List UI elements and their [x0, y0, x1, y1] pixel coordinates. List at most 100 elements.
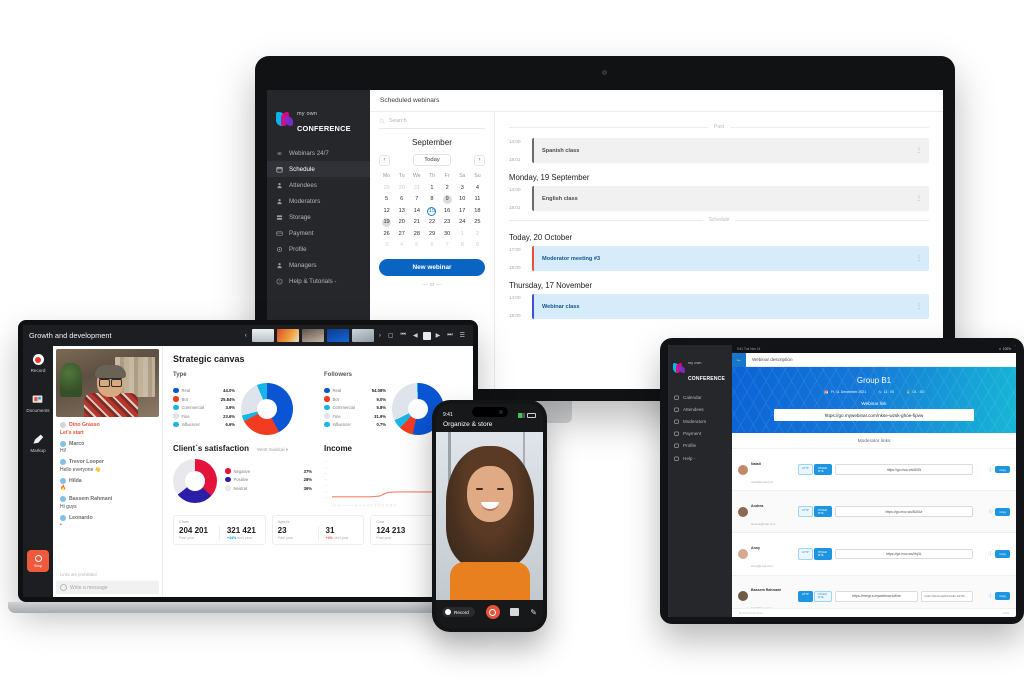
- markup-tool[interactable]: Markup: [30, 433, 46, 453]
- calendar-day[interactable]: 3: [455, 184, 470, 193]
- moderator-link-input[interactable]: https://go.moc.ws/8U0Ur: [835, 506, 973, 518]
- webinar-link-input[interactable]: https://go.mywebinar.com/nkse-wzsk-ghoe-…: [774, 409, 974, 421]
- calendar-next-button[interactable]: ›: [474, 154, 485, 166]
- play-back-button[interactable]: ◀: [411, 332, 420, 339]
- calendar-day[interactable]: 22: [424, 218, 439, 227]
- chat-input[interactable]: Write a message: [56, 581, 159, 594]
- calendar-day[interactable]: 16: [440, 207, 455, 216]
- calendar-day[interactable]: 28: [409, 230, 424, 239]
- calendar-day[interactable]: 6: [424, 241, 439, 250]
- calendar-day[interactable]: 24: [455, 218, 470, 227]
- calendar-day[interactable]: 11: [470, 195, 485, 204]
- emoji-icon[interactable]: [60, 584, 67, 591]
- schedule-event-row[interactable]: 14:00 18:01 Spanish class ⋮: [509, 138, 929, 163]
- calendar-day[interactable]: 8: [455, 241, 470, 250]
- calendar-prev-button[interactable]: ‹: [379, 154, 390, 166]
- event-menu-icon[interactable]: ⋮: [916, 256, 922, 262]
- link-type-toggle[interactable]: HTTP OTHER SITE: [798, 548, 832, 560]
- schedule-event-row[interactable]: 17:00 18:00 Moderator meeting #3 ⋮: [509, 246, 929, 271]
- calendar-day[interactable]: 30: [394, 184, 409, 193]
- calendar-day[interactable]: 14: [409, 207, 424, 216]
- last-slide-button[interactable]: ⏭: [445, 332, 454, 339]
- documents-tool[interactable]: Documents: [26, 393, 50, 413]
- event-menu-icon[interactable]: ⋮: [916, 304, 922, 310]
- phone-record-button[interactable]: Record: [442, 607, 475, 617]
- slide-thumbnail[interactable]: [276, 329, 299, 342]
- play-forward-button[interactable]: ▶: [434, 332, 443, 339]
- calendar-day[interactable]: 7: [409, 195, 424, 204]
- tablet-nav-item[interactable]: Attendees: [668, 403, 732, 415]
- stop-button[interactable]: [422, 331, 431, 340]
- sidebar-item-payment[interactable]: Payment: [267, 225, 370, 241]
- sidebar-item-webinars[interactable]: Webinars 24/7: [267, 145, 370, 161]
- link-type-toggle[interactable]: HTTP OTHER SITE: [798, 506, 832, 518]
- slide-thumbnail[interactable]: [251, 329, 274, 342]
- sidebar-item-storage[interactable]: Storage: [267, 209, 370, 225]
- slides-next-button[interactable]: ›: [377, 333, 383, 339]
- calendar-day[interactable]: 1: [424, 184, 439, 193]
- event-menu-icon[interactable]: ⋮: [916, 196, 922, 202]
- sidebar-item-managers[interactable]: Managers: [267, 257, 370, 273]
- calendar-day[interactable]: 2: [470, 230, 485, 239]
- calendar-day[interactable]: 3: [379, 241, 394, 250]
- calendar-day[interactable]: 18: [470, 207, 485, 216]
- calendar-today-button[interactable]: Today: [413, 154, 451, 166]
- event-card[interactable]: Spanish class ⋮: [532, 138, 929, 163]
- image-icon[interactable]: ▢: [386, 332, 396, 339]
- first-slide-button[interactable]: ⏮: [399, 332, 408, 339]
- calendar-day[interactable]: 9: [470, 241, 485, 250]
- sidebar-item-schedule[interactable]: Schedule: [267, 161, 370, 177]
- info-icon[interactable]: ⓘ: [988, 467, 992, 473]
- tablet-nav-item[interactable]: Payment: [668, 428, 732, 440]
- tablet-nav-item[interactable]: Moderators: [668, 415, 732, 427]
- moderator-row[interactable]: Anny anny@mail.com HTTP OTHER SITE https://g…: [732, 532, 1016, 574]
- calendar-day[interactable]: 10: [455, 195, 470, 204]
- info-icon[interactable]: ⓘ: [988, 593, 992, 599]
- event-card[interactable]: Webinar class ⋮: [532, 294, 929, 319]
- moderator-link-input[interactable]: https://go.moc.ws/Hq3L: [835, 548, 973, 560]
- whiteboard-icon[interactable]: [510, 608, 520, 616]
- copy-button[interactable]: Copy: [995, 465, 1010, 474]
- calendar-day[interactable]: 21: [409, 218, 424, 227]
- copy-button[interactable]: Copy: [995, 550, 1010, 558]
- calendar-day[interactable]: 2: [440, 184, 455, 193]
- back-button[interactable]: ←: [732, 352, 746, 367]
- tablet-nav-item[interactable]: Calendar: [668, 391, 732, 403]
- pen-icon[interactable]: ✎: [530, 608, 537, 617]
- sidebar-item-help[interactable]: ? Help & Tutorials -: [267, 273, 370, 289]
- slides-prev-button[interactable]: ‹: [243, 333, 249, 339]
- calendar-day[interactable]: 31: [409, 184, 424, 193]
- link-type-toggle[interactable]: HTTP OTHER SITE: [798, 464, 832, 476]
- slide-thumbnail[interactable]: [301, 329, 324, 342]
- new-webinar-button[interactable]: New webinar: [379, 259, 485, 276]
- moderator-link-input[interactable]: https://go.moc.ws/83Gi: [835, 464, 973, 475]
- moderator-token-input[interactable]: 7oshz-Wzsb-2pdXl-3nxkh-K27Rr...: [921, 590, 973, 602]
- sidebar-item-moderators[interactable]: Moderators: [267, 193, 370, 209]
- app-logo[interactable]: my own CONFERENCE: [668, 349, 732, 391]
- event-card[interactable]: English class ⋮: [532, 186, 929, 211]
- calendar-day[interactable]: 5: [409, 241, 424, 250]
- tablet-nav-item[interactable]: Profile: [668, 440, 732, 452]
- calendar-day[interactable]: 4: [470, 184, 485, 193]
- schedule-event-row[interactable]: 14:00 18:00 Webinar class ⋮: [509, 294, 929, 319]
- calendar-day[interactable]: 6: [394, 195, 409, 204]
- calendar-day[interactable]: 25: [470, 218, 485, 227]
- calendar-day[interactable]: 9: [440, 195, 455, 204]
- calendar-day[interactable]: 29: [379, 184, 394, 193]
- calendar-day[interactable]: 23: [440, 218, 455, 227]
- schedule-event-row[interactable]: 14:00 18:01 English class ⋮: [509, 186, 929, 211]
- region-select[interactable]: West medical ▾: [257, 447, 288, 453]
- calendar-day[interactable]: 13: [394, 207, 409, 216]
- calendar-day[interactable]: 30: [440, 230, 455, 239]
- phone-stop-button[interactable]: [485, 605, 500, 619]
- copy-button[interactable]: Copy: [995, 507, 1010, 516]
- moderator-link-input[interactable]: https://mmgr.s.mywebinar.to/line: [835, 590, 918, 602]
- calendar-day[interactable]: 15: [424, 206, 439, 216]
- calendar-day[interactable]: 19: [379, 218, 394, 227]
- copy-button[interactable]: Copy: [995, 592, 1010, 600]
- calendar-day[interactable]: 8: [424, 195, 439, 204]
- calendar-day[interactable]: 29: [424, 230, 439, 239]
- calendar-day[interactable]: 7: [440, 241, 455, 250]
- sidebar-item-attendees[interactable]: Attendees: [267, 177, 370, 193]
- sidebar-item-profile[interactable]: Profile: [267, 241, 370, 257]
